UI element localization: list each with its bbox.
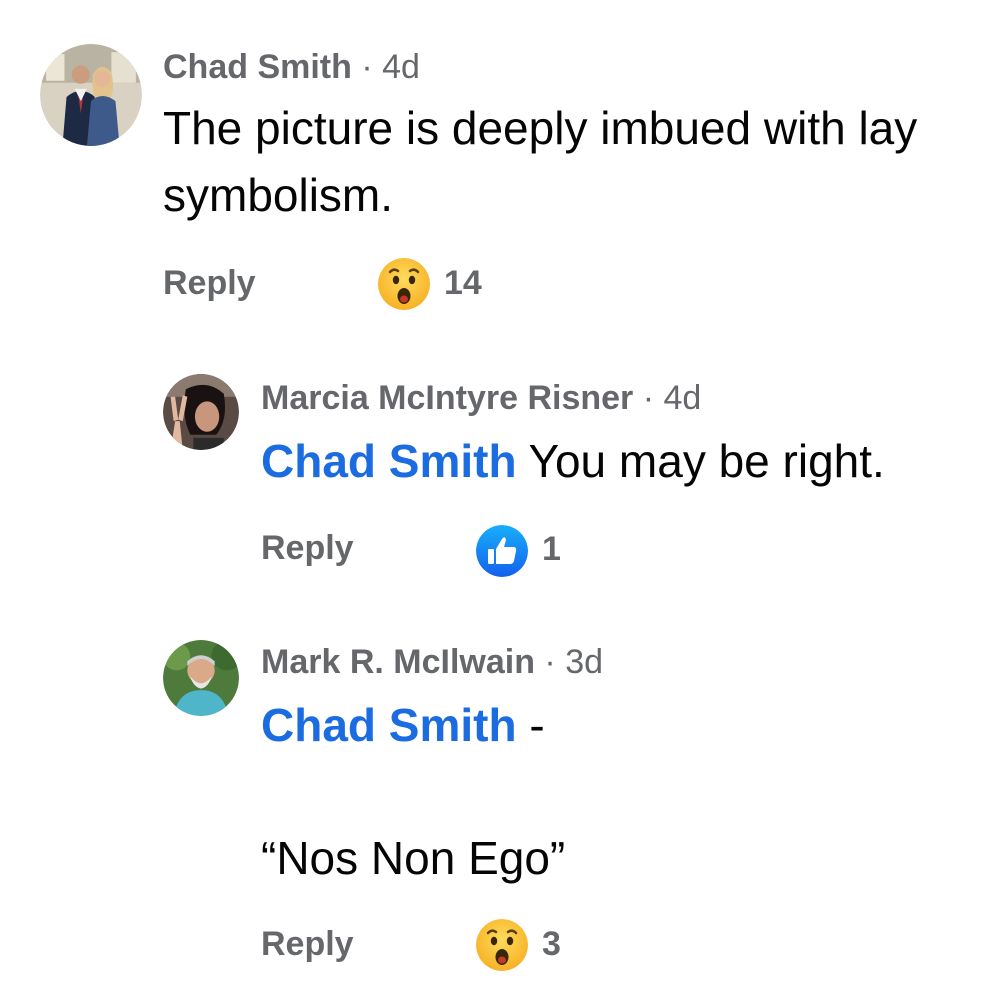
comment-body: symbolism. [163, 169, 394, 221]
comment-body: Chad Smith - [261, 698, 545, 752]
comment-timestamp[interactable]: 3d [565, 643, 603, 681]
comment-header: Chad Smith · 4d [163, 48, 420, 87]
avatar-photo [40, 44, 142, 146]
comment-author[interactable]: Marcia McIntyre Risner [261, 379, 633, 417]
comment-body: The picture is deeply imbued with lay [163, 102, 918, 154]
avatar[interactable] [40, 44, 142, 146]
comment-author[interactable]: Chad Smith [163, 48, 352, 86]
reaction-count[interactable]: 3 [542, 925, 561, 964]
avatar[interactable] [163, 640, 239, 716]
reaction-count[interactable]: 14 [444, 264, 482, 303]
comment-header: Marcia McIntyre Risner · 4d [261, 379, 701, 418]
time-separator: · [361, 48, 373, 86]
reply-button[interactable]: Reply [261, 925, 354, 964]
comment-thread: Chad Smith · 4d The picture is deeply im… [0, 0, 1000, 1000]
reaction-count[interactable]: 1 [542, 530, 561, 569]
avatar-photo [163, 374, 239, 450]
time-separator: · [642, 379, 655, 417]
like-icon[interactable] [476, 525, 528, 577]
comment-text: You may be right. [528, 435, 885, 487]
wow-icon[interactable] [476, 919, 528, 971]
avatar[interactable] [163, 374, 239, 450]
comment-body: Chad Smith You may be right. [261, 434, 885, 488]
avatar-photo [163, 640, 239, 716]
reply-button[interactable]: Reply [261, 529, 354, 568]
comment-quote: “Nos Non Ego” [261, 832, 566, 884]
comment-timestamp[interactable]: 4d [664, 379, 702, 417]
comment-text: - [529, 699, 545, 751]
mention-link[interactable]: Chad Smith [261, 699, 517, 751]
comment-timestamp[interactable]: 4d [382, 48, 420, 86]
comment-author[interactable]: Mark R. McIlwain [261, 643, 535, 681]
time-separator: · [544, 643, 556, 681]
wow-icon[interactable] [378, 258, 430, 310]
reply-button[interactable]: Reply [163, 264, 256, 303]
comment-header: Mark R. McIlwain · 3d [261, 643, 603, 682]
mention-link[interactable]: Chad Smith [261, 435, 517, 487]
